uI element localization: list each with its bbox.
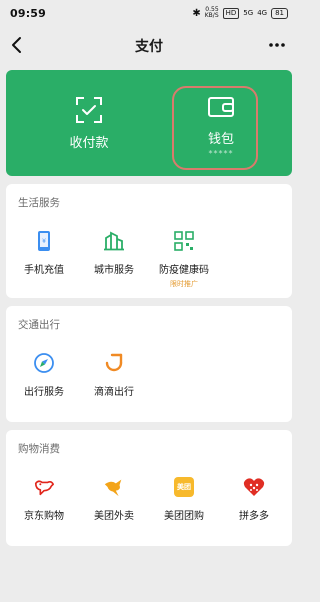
- signal-4g-icon: 4G: [257, 9, 268, 17]
- city-building-icon: [103, 230, 125, 252]
- mobile-phone-icon: ¥: [33, 230, 55, 252]
- service-label: 手机充值: [24, 265, 64, 276]
- health-code-button[interactable]: 防疫健康码 限时推广: [149, 230, 219, 289]
- signal-5g-icon: 5G: [243, 9, 254, 17]
- promo-tag: 限时推广: [170, 280, 198, 288]
- jd-shopping-button[interactable]: 京东购物: [9, 476, 79, 522]
- section-title: 交通出行: [18, 319, 60, 331]
- life-services-section: 生活服务 ¥ 手机充值 城市服务 防疫健康码 限时推广: [6, 184, 292, 298]
- bluetooth-icon: ✱: [192, 7, 201, 19]
- service-label: 防疫健康码: [159, 265, 209, 276]
- nav-bar: 支付: [0, 26, 298, 66]
- shopping-section: 购物消费 京东购物 美团外卖 美团 美团团购 拼多多: [6, 430, 292, 546]
- service-label: 城市服务: [94, 265, 134, 276]
- hd-badge: HD: [222, 7, 240, 19]
- network-speed-unit: KB/S: [204, 12, 219, 19]
- meituan-badge-text: 美团: [177, 483, 191, 491]
- didi-logo-icon: [103, 352, 125, 374]
- pinduoduo-button[interactable]: 拼多多: [219, 476, 289, 522]
- service-label: 京东购物: [24, 511, 64, 522]
- mobile-topup-button[interactable]: ¥ 手机充值: [9, 230, 79, 276]
- page-title: 支付: [135, 39, 163, 55]
- service-label: 美团外卖: [94, 511, 134, 522]
- meituan-groupbuy-button[interactable]: 美团 美团团购: [149, 476, 219, 522]
- pinduoduo-heart-icon: [243, 476, 265, 498]
- qr-code-icon: [173, 230, 195, 252]
- city-services-button[interactable]: 城市服务: [79, 230, 149, 276]
- service-label: 拼多多: [239, 511, 269, 522]
- receive-pay-label: 收付款: [69, 136, 109, 151]
- scan-qr-icon: [76, 97, 102, 123]
- wallet-highlight-annotation: [172, 86, 258, 170]
- section-title: 购物消费: [18, 443, 60, 455]
- travel-services-button[interactable]: 出行服务: [9, 352, 79, 398]
- section-title: 生活服务: [18, 197, 60, 209]
- navigation-arrow-icon: [33, 352, 55, 374]
- meituan-delivery-button[interactable]: 美团外卖: [79, 476, 149, 522]
- didi-button[interactable]: 滴滴出行: [79, 352, 149, 398]
- back-arrow-icon[interactable]: [8, 34, 28, 56]
- service-label: 滴滴出行: [94, 387, 134, 398]
- kangaroo-logo-icon: [103, 476, 125, 498]
- battery-icon: 81: [271, 7, 288, 19]
- meituan-logo-icon: 美团: [173, 476, 195, 498]
- svg-text:¥: ¥: [42, 238, 46, 245]
- more-options-icon[interactable]: [268, 38, 286, 52]
- status-time: 09:59: [10, 6, 47, 20]
- receive-pay-button[interactable]: 收付款: [34, 70, 144, 176]
- network-speed: 0.55 KB/S: [205, 7, 219, 19]
- service-label: 美团团购: [164, 511, 204, 522]
- jd-dog-logo-icon: [33, 476, 55, 498]
- transport-section: 交通出行 出行服务 滴滴出行: [6, 306, 292, 422]
- service-label: 出行服务: [24, 387, 64, 398]
- status-bar: 09:59 ✱ 0.55 KB/S HD 5G 4G 81: [0, 0, 298, 26]
